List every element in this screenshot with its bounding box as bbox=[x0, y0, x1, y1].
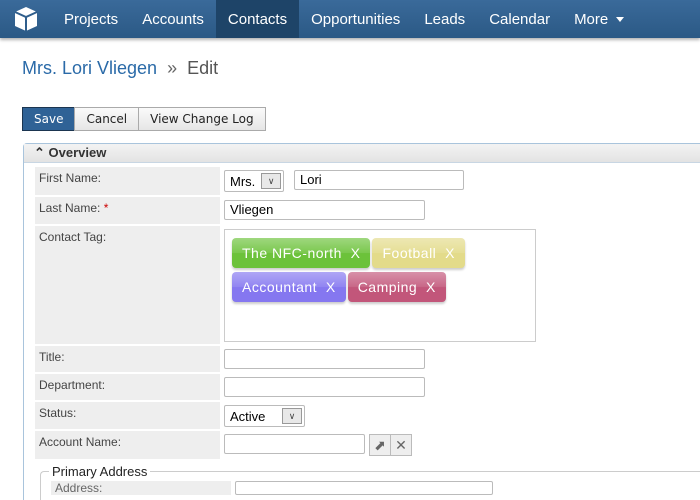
contact-tag-label: Contact Tag: bbox=[35, 226, 220, 344]
status-label: Status: bbox=[35, 402, 220, 429]
address-label: Address: bbox=[51, 481, 231, 495]
tag-remove-x-icon[interactable]: X bbox=[426, 279, 436, 295]
nav-more[interactable]: More bbox=[562, 0, 636, 38]
required-marker: * bbox=[103, 201, 109, 215]
cancel-button[interactable]: Cancel bbox=[74, 107, 140, 131]
tag-remove-x-icon[interactable]: X bbox=[351, 245, 361, 261]
chevron-down-icon: ∨ bbox=[282, 408, 302, 424]
first-name-input[interactable]: Lori bbox=[294, 170, 464, 190]
department-input[interactable] bbox=[224, 377, 425, 397]
primary-address-legend: Primary Address bbox=[52, 464, 148, 479]
breadcrumb: Mrs. Lori Vliegen » Edit bbox=[22, 58, 218, 79]
salutation-select[interactable]: Mrs. ∨ bbox=[224, 170, 284, 192]
contact-tag: Camping X bbox=[348, 272, 446, 302]
overview-header[interactable]: ⌃ Overview bbox=[24, 144, 700, 163]
tag-label: Camping bbox=[357, 279, 418, 295]
last-name-input[interactable]: Vliegen bbox=[224, 200, 425, 220]
tag-remove-x-icon[interactable]: X bbox=[326, 279, 336, 295]
first-name-label: First Name: bbox=[35, 167, 220, 195]
status-select[interactable]: Active ∨ bbox=[224, 405, 305, 427]
contact-tag-box[interactable]: The NFC-north X Football XAccountant X Cam… bbox=[224, 229, 536, 342]
contact-tag: Football X bbox=[372, 238, 464, 268]
address-input[interactable] bbox=[235, 481, 493, 495]
primary-address-fieldset: Primary Address Address: bbox=[40, 464, 700, 500]
collapse-chevron-icon: ⌃ bbox=[34, 145, 45, 160]
save-button[interactable]: Save bbox=[22, 107, 76, 131]
view-change-log-button[interactable]: View Change Log bbox=[138, 107, 266, 131]
title-label: Title: bbox=[35, 346, 220, 372]
nav-accounts[interactable]: Accounts bbox=[130, 0, 216, 38]
nav-projects[interactable]: Projects bbox=[52, 0, 130, 38]
status-value: Active bbox=[230, 408, 266, 424]
account-name-input[interactable] bbox=[224, 434, 365, 454]
tag-label: Football bbox=[382, 245, 437, 261]
clear-x-icon[interactable]: ✕ bbox=[390, 434, 412, 456]
tag-label: The NFC-north bbox=[242, 245, 342, 261]
top-nav: Projects Accounts Contacts Opportunities… bbox=[0, 0, 700, 38]
contact-tag: Accountant X bbox=[232, 272, 346, 302]
breadcrumb-action: Edit bbox=[187, 58, 219, 78]
title-input[interactable] bbox=[224, 349, 425, 369]
tag-label: Accountant bbox=[242, 279, 318, 295]
caret-down-icon bbox=[616, 16, 625, 22]
nav-leads[interactable]: Leads bbox=[412, 0, 477, 38]
cube-logo-icon[interactable] bbox=[0, 0, 52, 38]
breadcrumb-separator: » bbox=[167, 58, 178, 78]
last-name-label-text: Last Name: bbox=[39, 201, 101, 215]
overview-panel: ⌃ Overview First Name: Mrs. ∨ Lori Last N… bbox=[23, 143, 700, 500]
contact-tag: The NFC-north X bbox=[232, 238, 370, 268]
account-name-label: Account Name: bbox=[35, 431, 220, 459]
nav-opportunities[interactable]: Opportunities bbox=[299, 0, 412, 38]
nav-calendar[interactable]: Calendar bbox=[477, 0, 562, 38]
salutation-value: Mrs. bbox=[230, 173, 256, 189]
tag-remove-x-icon[interactable]: X bbox=[445, 245, 455, 261]
nav-contacts[interactable]: Contacts bbox=[215, 0, 300, 38]
chevron-down-icon: ∨ bbox=[261, 173, 281, 189]
select-cursor-icon[interactable]: ⬈ bbox=[369, 434, 391, 456]
panel-title: Overview bbox=[48, 145, 107, 160]
last-name-label: Last Name: * bbox=[35, 197, 220, 224]
department-label: Department: bbox=[35, 374, 220, 400]
contact-name-link[interactable]: Mrs. Lori Vliegen bbox=[22, 58, 157, 78]
nav-more-label: More bbox=[574, 10, 609, 28]
